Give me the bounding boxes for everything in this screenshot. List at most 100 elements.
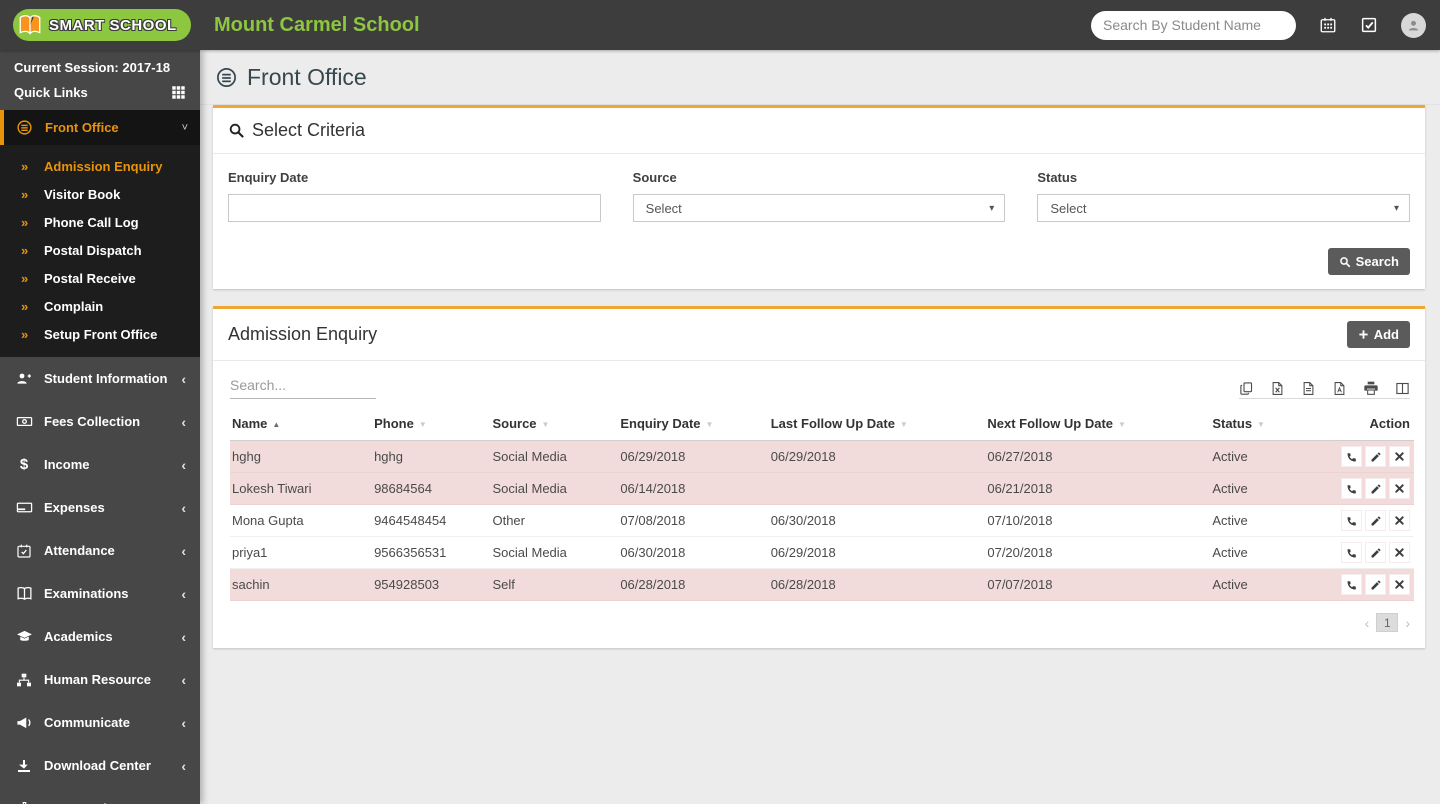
cell-source: Social Media xyxy=(490,473,618,505)
sidebar-item-download-center[interactable]: Download Center ‹ xyxy=(0,744,200,787)
search-button[interactable]: Search xyxy=(1328,248,1410,275)
cell-name: hghg xyxy=(230,441,372,473)
column-header-status[interactable]: Status▼ xyxy=(1210,407,1305,441)
delete-action-button[interactable] xyxy=(1389,446,1410,467)
front-office-submenu: » Admission Enquiry » Visitor Book » Pho… xyxy=(0,145,200,357)
quick-links[interactable]: Quick Links xyxy=(0,78,200,110)
pagination: ‹ 1 › xyxy=(213,601,1425,648)
pagination-page-1[interactable]: 1 xyxy=(1376,613,1398,632)
edit-action-button[interactable] xyxy=(1365,510,1386,531)
edit-action-button[interactable] xyxy=(1365,446,1386,467)
call-action-button[interactable] xyxy=(1341,478,1362,499)
calendar-check-icon xyxy=(15,543,33,559)
delete-action-button[interactable] xyxy=(1389,478,1410,499)
sort-desc-icon: ▼ xyxy=(1118,420,1126,429)
pdf-icon[interactable] xyxy=(1332,381,1347,396)
main-content: Front Office Select Criteria Enquiry Dat… xyxy=(200,50,1440,804)
cell-name: Lokesh Tiwari xyxy=(230,473,372,505)
app-logo[interactable]: SMART SCHOOL xyxy=(0,9,200,41)
graduation-cap-icon xyxy=(15,628,33,645)
sidebar-item-communicate[interactable]: Communicate ‹ xyxy=(0,701,200,744)
sidebar-subitem-postal-dispatch[interactable]: » Postal Dispatch xyxy=(0,236,200,264)
csv-icon[interactable] xyxy=(1301,381,1316,396)
sidebar-item-income[interactable]: $ Income ‹ xyxy=(0,443,200,486)
pagination-next[interactable]: › xyxy=(1405,615,1410,631)
call-action-button[interactable] xyxy=(1341,446,1362,467)
credit-card-icon xyxy=(15,499,33,516)
pagination-prev[interactable]: ‹ xyxy=(1365,615,1370,631)
cell-last-follow-up xyxy=(769,473,986,505)
sidebar-item-attendance[interactable]: Attendance ‹ xyxy=(0,529,200,572)
edit-action-button[interactable] xyxy=(1365,478,1386,499)
columns-icon[interactable] xyxy=(1395,381,1410,396)
add-button[interactable]: Add xyxy=(1347,321,1410,348)
call-action-button[interactable] xyxy=(1341,574,1362,595)
sidebar-item-student-information[interactable]: Student Information ‹ xyxy=(0,357,200,400)
cell-status: Active xyxy=(1210,473,1305,505)
cell-status: Active xyxy=(1210,537,1305,569)
tasks-icon[interactable] xyxy=(1360,16,1378,34)
column-header-name[interactable]: Name▲ xyxy=(230,407,372,441)
sidebar-item-fees-collection[interactable]: Fees Collection ‹ xyxy=(0,400,200,443)
enquiry-panel-title: Admission Enquiry xyxy=(228,324,377,345)
sidebar-item-front-office[interactable]: Front Office ˅ xyxy=(0,110,200,145)
copy-icon[interactable] xyxy=(1239,381,1254,396)
sort-asc-icon: ▲ xyxy=(272,420,280,429)
admission-enquiry-table: Name▲ Phone▼ Source▼ Enquiry Date▼ Last … xyxy=(230,407,1414,601)
status-label: Status xyxy=(1037,170,1410,185)
sort-desc-icon: ▼ xyxy=(1257,420,1265,429)
cell-next-follow-up: 06/27/2018 xyxy=(985,441,1210,473)
status-select[interactable]: Select ▾ xyxy=(1037,194,1410,222)
calendar-icon[interactable] xyxy=(1319,16,1337,34)
sidebar-subitem-postal-receive[interactable]: » Postal Receive xyxy=(0,264,200,292)
edit-action-button[interactable] xyxy=(1365,542,1386,563)
call-action-button[interactable] xyxy=(1341,510,1362,531)
column-header-phone[interactable]: Phone▼ xyxy=(372,407,490,441)
student-search-input[interactable] xyxy=(1103,17,1284,33)
delete-action-button[interactable] xyxy=(1389,574,1410,595)
avatar[interactable] xyxy=(1401,13,1426,38)
cell-enquiry-date: 06/14/2018 xyxy=(618,473,768,505)
column-header-source[interactable]: Source▼ xyxy=(490,407,618,441)
select-criteria-panel: Select Criteria Enquiry Date Source Sele… xyxy=(213,105,1425,289)
chevron-left-icon: ‹ xyxy=(181,629,186,645)
edit-action-button[interactable] xyxy=(1365,574,1386,595)
chevron-left-icon: ‹ xyxy=(181,371,186,387)
sidebar-subitem-phone-call-log[interactable]: » Phone Call Log xyxy=(0,208,200,236)
sidebar-item-homework[interactable]: Homework ‹ xyxy=(0,787,200,804)
sidebar-subitem-setup-front-office[interactable]: » Setup Front Office xyxy=(0,320,200,348)
sort-desc-icon: ▼ xyxy=(542,420,550,429)
sidebar-item-examinations[interactable]: Examinations ‹ xyxy=(0,572,200,615)
cell-action xyxy=(1305,569,1414,601)
megaphone-icon xyxy=(15,714,33,731)
cell-action xyxy=(1305,473,1414,505)
cell-action xyxy=(1305,537,1414,569)
double-chevron-icon: » xyxy=(21,215,44,230)
sidebar-subitem-visitor-book[interactable]: » Visitor Book xyxy=(0,180,200,208)
book-logo-icon xyxy=(17,12,43,38)
column-header-last-follow-up[interactable]: Last Follow Up Date▼ xyxy=(769,407,986,441)
sidebar-subitem-complain[interactable]: » Complain xyxy=(0,292,200,320)
delete-action-button[interactable] xyxy=(1389,510,1410,531)
sidebar-subitem-admission-enquiry[interactable]: » Admission Enquiry xyxy=(0,152,200,180)
cell-enquiry-date: 07/08/2018 xyxy=(618,505,768,537)
cell-name: priya1 xyxy=(230,537,372,569)
table-search-input[interactable] xyxy=(230,374,376,399)
sidebar-item-expenses[interactable]: Expenses ‹ xyxy=(0,486,200,529)
source-select[interactable]: Select ▾ xyxy=(633,194,1006,222)
excel-icon[interactable] xyxy=(1270,381,1285,396)
table-row: sachin954928503Self06/28/201806/28/20180… xyxy=(230,569,1414,601)
column-header-next-follow-up[interactable]: Next Follow Up Date▼ xyxy=(985,407,1210,441)
cell-last-follow-up: 06/30/2018 xyxy=(769,505,986,537)
cell-next-follow-up: 07/07/2018 xyxy=(985,569,1210,601)
enquiry-date-input[interactable] xyxy=(228,194,601,222)
sidebar-item-academics[interactable]: Academics ‹ xyxy=(0,615,200,658)
call-action-button[interactable] xyxy=(1341,542,1362,563)
cell-next-follow-up: 07/10/2018 xyxy=(985,505,1210,537)
sidebar-item-human-resource[interactable]: Human Resource ‹ xyxy=(0,658,200,701)
delete-action-button[interactable] xyxy=(1389,542,1410,563)
chevron-left-icon: ‹ xyxy=(181,672,186,688)
front-office-page-icon xyxy=(215,66,238,89)
column-header-enquiry-date[interactable]: Enquiry Date▼ xyxy=(618,407,768,441)
print-icon[interactable] xyxy=(1363,380,1379,396)
